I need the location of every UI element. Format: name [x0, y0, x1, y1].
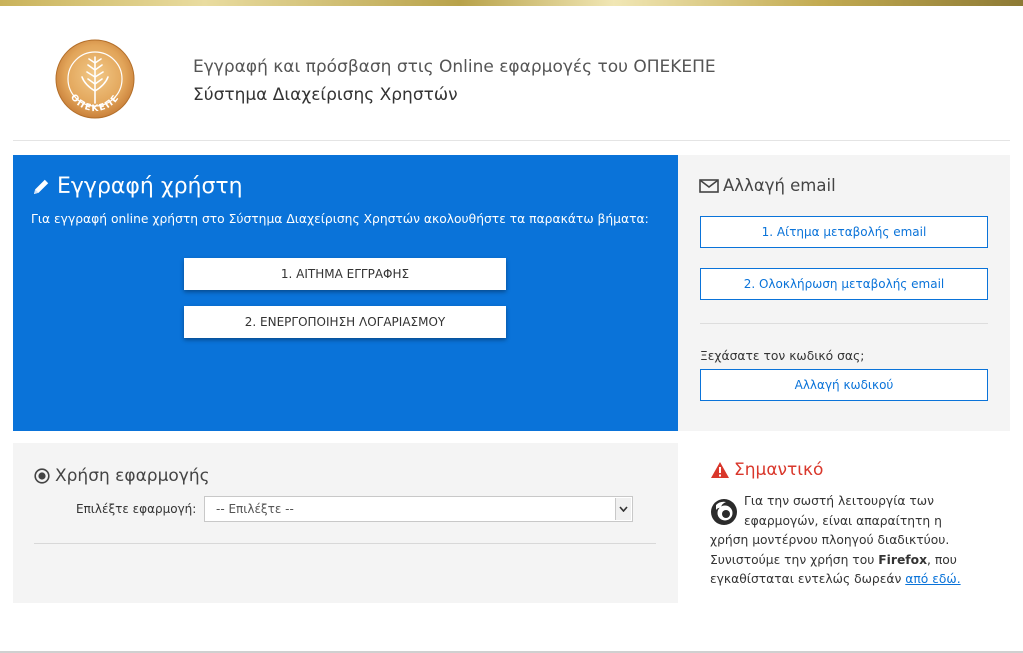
divider	[700, 323, 988, 324]
important-title-text: Σημαντικό	[734, 460, 824, 480]
firefox-download-link[interactable]: από εδώ.	[905, 572, 960, 586]
firefox-name: Firefox	[878, 552, 928, 567]
opekepe-logo: ΟΠΕΚΕΠΕ	[55, 39, 135, 119]
forgot-password-label: Ξεχάσατε τον κωδικό σας;	[700, 349, 865, 363]
email-change-title: Αλλαγή email	[699, 176, 836, 195]
registration-title-text: Εγγραφή χρήστη	[57, 174, 243, 199]
header-title: Σύστημα Διαχείρισης Χρηστών	[193, 85, 458, 105]
change-password-button[interactable]: Αλλαγή κωδικού	[700, 369, 988, 401]
application-usage-panel: Χρήση εφαρμογής Επιλέξτε εφαρμογή: -- Επ…	[13, 443, 678, 603]
email-change-complete-button[interactable]: 2. Ολοκλήρωση μεταβολής email	[700, 268, 988, 300]
important-title: Σημαντικό	[710, 460, 823, 480]
warning-icon	[711, 462, 729, 478]
email-change-title-text: Αλλαγή email	[723, 176, 836, 195]
divider	[34, 543, 656, 544]
important-notice: Για την σωστή λειτουργία των εφαρμογών, …	[710, 492, 980, 590]
envelope-icon	[699, 178, 719, 193]
registration-description: Για εγγραφή online χρήστη στο Σύστημα Δι…	[31, 212, 649, 226]
page-header: ΟΠΕΚΕΠΕ Εγγραφή και πρόσβαση στις Online…	[13, 6, 1010, 141]
account-activation-button[interactable]: 2. ΕΝΕΡΓΟΠΟΙΗΣΗ ΛΟΓΑΡΙΑΣΜΟΥ	[184, 306, 506, 338]
pencil-icon	[34, 179, 49, 194]
chevron-down-icon[interactable]	[615, 498, 631, 520]
application-select-label: Επιλέξτε εφαρμογή:	[76, 502, 197, 516]
application-select-value: -- Επιλέξτε --	[216, 502, 294, 516]
registration-panel: Εγγραφή χρήστη Για εγγραφή online χρήστη…	[13, 155, 678, 431]
application-select[interactable]: -- Επιλέξτε --	[204, 496, 633, 522]
firefox-icon	[711, 499, 737, 525]
email-change-request-button[interactable]: 1. Αίτημα μεταβολής email	[700, 216, 988, 248]
registration-title: Εγγραφή χρήστη	[31, 174, 243, 199]
target-icon	[34, 468, 50, 484]
email-change-panel: Αλλαγή email 1. Αίτημα μεταβολής email 2…	[678, 155, 1010, 431]
application-usage-title: Χρήση εφαρμογής	[34, 466, 210, 486]
application-usage-title-text: Χρήση εφαρμογής	[55, 466, 210, 486]
header-subtitle: Εγγραφή και πρόσβαση στις Online εφαρμογ…	[193, 57, 716, 77]
registration-request-button[interactable]: 1. ΑΙΤΗΜΑ ΕΓΓΡΑΦΗΣ	[184, 258, 506, 290]
